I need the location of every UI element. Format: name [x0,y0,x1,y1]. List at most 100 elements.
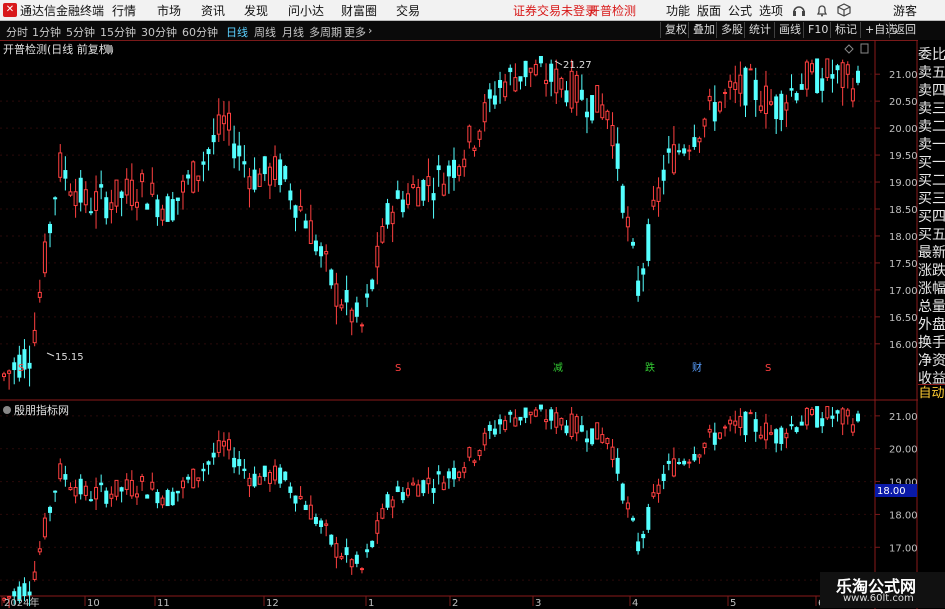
sub-candle [728,419,733,425]
sub-candle [329,534,334,545]
main-candle [717,101,722,112]
period-more[interactable]: 更多 [344,24,366,40]
main-candle [27,362,32,369]
sub-candle [196,477,201,482]
sub-candle [753,419,758,432]
main-candle [191,161,196,193]
x-axis-label: 12 [266,598,279,609]
main-candle [779,93,784,120]
x-axis-label: 11 [157,598,170,609]
period-30min[interactable]: 30分钟 [141,24,177,40]
sub-candle [799,421,804,426]
sub-candle [145,494,150,499]
app-title: 通达信金融终端 [20,4,105,18]
main-candle [549,63,554,82]
main-candle [83,189,88,206]
main-candle [94,191,99,211]
guest-label[interactable]: 游客 [893,2,917,19]
period-1min[interactable]: 1分钟 [32,24,61,40]
menu-gongneng[interactable]: 功能 [666,2,690,19]
menu-zixun[interactable]: 资讯 [201,2,225,19]
sub-candle [702,442,707,448]
menu-xuanxiang[interactable]: 选项 [759,2,783,19]
watermark: 乐淘公式网 www.60lt.com [820,572,945,608]
sub-candle [610,446,615,460]
main-candle [375,245,380,268]
sub-panel-menu-icon[interactable] [3,406,11,414]
main-candle [145,203,150,210]
headset-icon[interactable] [791,3,807,17]
menu-gongshi[interactable]: 公式 [728,2,752,19]
main-candle [278,159,283,186]
overlay-button[interactable]: 叠加 [688,22,719,38]
mark-button[interactable]: 标记 [830,22,861,38]
main-candle [723,91,728,94]
main-candle [119,191,124,199]
auto-button[interactable]: 自动 [918,384,945,402]
main-candle [544,79,549,85]
sub-candle [27,591,32,596]
main-candle [114,179,119,207]
main-panel-menu-icon[interactable] [105,45,113,53]
main-candle [7,370,12,374]
main-candle [651,199,656,207]
menu-banmian[interactable]: 版面 [697,2,721,19]
period-5min[interactable]: 5分钟 [66,24,95,40]
multi-stock-button[interactable]: 多股 [716,22,747,38]
cube-icon[interactable] [837,3,851,17]
main-candle [73,191,78,207]
sub-candle [763,422,768,441]
main-candle [37,291,42,298]
kline-chart[interactable]: 21.00 20.50 20.00 19.50 19.00 18.50 18.00 17.50… [0,40,945,609]
restore-window-icon[interactable] [860,43,869,54]
main-price-tick-label: 18.50 [889,205,918,216]
sub-candle [242,468,247,472]
menu-hangqing[interactable]: 行情 [112,2,136,19]
sub-candle [835,410,840,414]
main-candle [763,85,768,115]
draw-line-button[interactable]: 画线 [774,22,805,38]
sub-candle [370,540,375,548]
bell-icon[interactable] [815,3,829,17]
sub-candle [400,492,405,501]
diamond-icon[interactable] [844,44,854,54]
trade-login-notice[interactable]: 证券交易未登录 [513,2,597,19]
period-multi[interactable]: 多周期 [309,24,342,40]
menu-jiaoyi[interactable]: 交易 [396,2,420,19]
sub-candle [467,447,472,458]
main-candle [88,211,93,214]
main-candle [63,170,68,179]
sub-candle [590,428,595,445]
sub-candle [129,479,134,497]
side-sell4: 卖四 [918,83,945,99]
main-candle [288,190,293,201]
sub-candle [298,495,303,500]
period-daily[interactable]: 日线 [226,24,248,40]
menu-faxian[interactable]: 发现 [244,2,268,19]
sub-candle [83,485,88,496]
main-candle [12,362,17,371]
side-change-pct: 涨幅 [918,281,945,297]
side-buy5: 买五 [918,227,945,243]
main-candle [293,205,298,218]
chevron-right-icon[interactable]: › [368,24,372,37]
sub-candle [538,404,543,410]
back-button[interactable]: 返回 [889,22,920,38]
period-fenshi[interactable]: 分时 [6,24,28,40]
restore-rights-button[interactable]: 复权 [660,22,691,38]
menu-caifuquan[interactable]: 财富圈 [341,2,377,19]
sub-candle [651,492,656,497]
menu-wenxiaoda[interactable]: 问小达 [288,2,324,19]
period-monthly[interactable]: 月线 [282,24,304,40]
main-candle [733,82,738,90]
period-weekly[interactable]: 周线 [254,24,276,40]
main-candle [830,74,835,79]
period-60min[interactable]: 60分钟 [182,24,218,40]
main-candle [452,159,457,178]
main-candle [201,161,206,165]
main-candle [753,79,758,101]
period-15min[interactable]: 15分钟 [100,24,136,40]
statistics-button[interactable]: 统计 [744,22,775,38]
f10-button[interactable]: F10 [803,22,832,38]
menu-shichang[interactable]: 市场 [157,2,181,19]
